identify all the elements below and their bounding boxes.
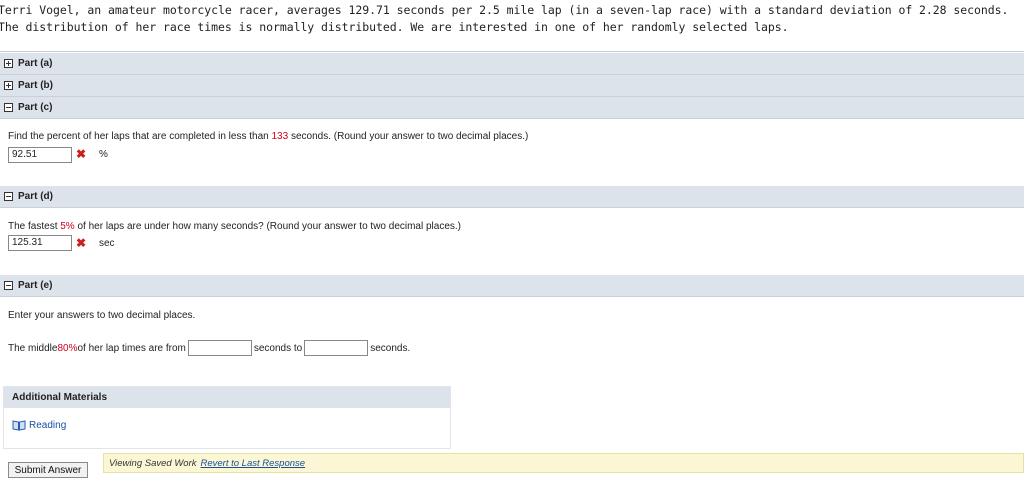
highlight-value: 80% xyxy=(57,342,78,354)
part-d-label: Part (d) xyxy=(18,191,53,202)
additional-materials-title: Additional Materials xyxy=(4,387,450,408)
part-b-header[interactable]: Part (b) xyxy=(0,75,1024,97)
question-text: seconds to xyxy=(253,342,303,354)
divider xyxy=(0,51,1024,52)
part-e-header[interactable]: Part (e) xyxy=(0,275,1024,297)
part-d-header[interactable]: Part (d) xyxy=(0,186,1024,208)
part-c-header[interactable]: Part (c) xyxy=(0,97,1024,119)
highlight-value: 133 xyxy=(271,131,289,142)
part-d-question: The fastest 5% of her laps are under how… xyxy=(8,221,461,232)
question-text: The fastest xyxy=(8,221,61,232)
part-e-to-input[interactable] xyxy=(304,340,369,356)
part-b-label: Part (b) xyxy=(18,80,53,91)
problem-statement: Terri Vogel, an amateur motorcycle racer… xyxy=(0,3,1009,34)
expand-icon[interactable] xyxy=(4,59,13,68)
expand-icon[interactable] xyxy=(4,81,13,90)
saved-work-banner: Viewing Saved Work Revert to Last Respon… xyxy=(103,453,1024,473)
part-e-label: Part (e) xyxy=(18,280,53,291)
collapse-icon[interactable] xyxy=(4,103,13,112)
part-d-unit: sec xyxy=(99,238,115,249)
question-text: seconds. xyxy=(370,342,411,354)
part-c-label: Part (c) xyxy=(18,102,53,113)
reading-label[interactable]: Reading xyxy=(29,420,66,431)
part-c-unit: % xyxy=(99,149,108,160)
additional-materials-panel: Additional Materials Reading xyxy=(3,386,451,449)
submit-answer-button[interactable]: Submit Answer xyxy=(8,462,88,478)
part-e-instruction: Enter your answers to two decimal places… xyxy=(8,310,196,321)
book-icon xyxy=(12,420,26,431)
question-text: Find the percent of her laps that are co… xyxy=(8,131,272,142)
saved-work-text: Viewing Saved Work xyxy=(109,457,197,469)
collapse-icon[interactable] xyxy=(4,281,13,290)
part-c-answer-input[interactable]: 92.51 xyxy=(8,147,72,163)
question-text: of her lap times are from xyxy=(77,342,186,354)
x-icon: ✖ xyxy=(76,236,87,250)
reading-link[interactable]: Reading xyxy=(12,420,66,431)
question-text: seconds. (Round your answer to two decim… xyxy=(288,131,529,142)
part-e-from-input[interactable] xyxy=(187,340,252,356)
part-e-question: The middle 80% of her lap times are from… xyxy=(8,340,410,356)
question-text: of her laps are under how many seconds? … xyxy=(74,221,462,232)
highlight-value: 5% xyxy=(60,221,75,232)
part-a-header[interactable]: Part (a) xyxy=(0,53,1024,75)
x-icon: ✖ xyxy=(76,147,87,161)
part-c-question: Find the percent of her laps that are co… xyxy=(8,131,528,142)
question-text: The middle xyxy=(8,342,58,354)
part-d-answer-input[interactable]: 125.31 xyxy=(8,235,72,251)
collapse-icon[interactable] xyxy=(4,192,13,201)
part-a-label: Part (a) xyxy=(18,58,53,69)
revert-link[interactable]: Revert to Last Response xyxy=(200,458,305,469)
